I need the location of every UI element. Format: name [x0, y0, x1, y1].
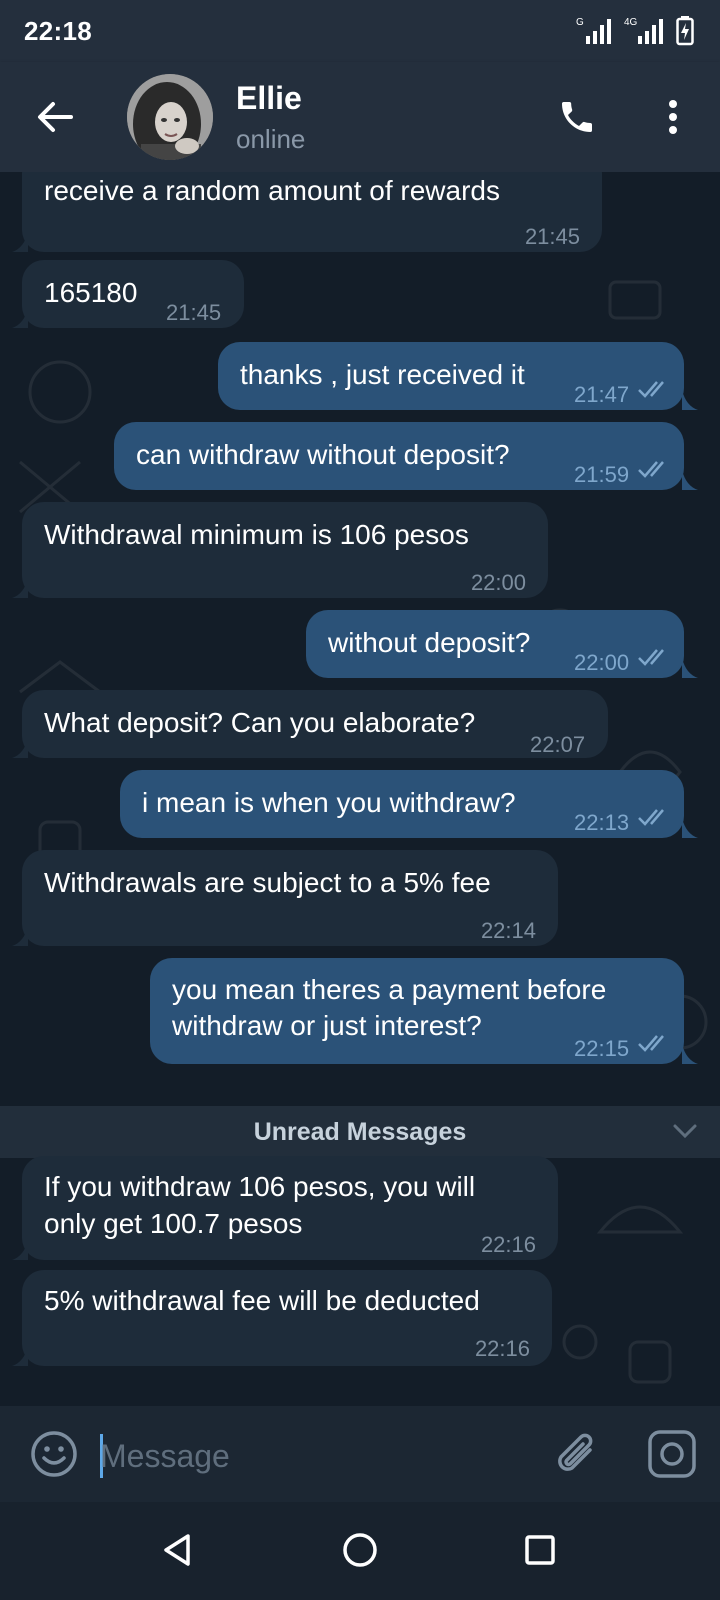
message-incoming[interactable]: What deposit? Can you elaborate? 22:07	[22, 690, 608, 758]
smiley-icon	[31, 1431, 77, 1477]
battery-icon	[676, 16, 694, 46]
message-time: 22:15	[574, 1036, 630, 1061]
contact-name[interactable]: Ellie	[236, 80, 302, 117]
avatar[interactable]	[127, 74, 213, 160]
message-text: 165180	[44, 277, 138, 308]
message-text: What deposit? Can you elaborate?	[44, 707, 476, 738]
contact-photo	[127, 74, 213, 160]
double-check-icon	[638, 381, 664, 398]
message-time: 22:00	[470, 570, 526, 595]
contact-status: online	[236, 124, 306, 154]
arrow-left-icon	[38, 102, 73, 132]
call-button[interactable]	[552, 92, 602, 142]
bubble-tail	[682, 390, 698, 410]
message-outgoing[interactable]: you mean theres a payment before withdra…	[150, 958, 684, 1064]
signal-icon: G	[576, 17, 611, 44]
message-time: 22:14	[480, 918, 536, 943]
bubble-tail	[682, 1044, 698, 1064]
message-outgoing[interactable]: i mean is when you withdraw? 22:13	[120, 770, 684, 838]
nav-recents-icon[interactable]	[524, 1534, 556, 1566]
bubble-tail	[682, 658, 698, 678]
attach-button[interactable]	[552, 1428, 602, 1482]
message-time: 22:16	[474, 1336, 530, 1361]
signal-2-label: 4G	[624, 17, 638, 28]
unread-messages-divider: Unread Messages	[0, 1106, 720, 1158]
status-icons: G 4G	[576, 16, 694, 46]
message-incoming[interactable]: Withdrawals are subject to a 5% fee 22:1…	[22, 850, 558, 946]
bubble-tail	[12, 1346, 28, 1366]
system-navigation-bar	[0, 1502, 720, 1600]
message-list[interactable]: receive a random amount of rewards 21:45…	[0, 172, 720, 1406]
message-incoming[interactable]: 5% withdrawal fee will be deducted 22:16	[22, 1270, 552, 1366]
message-text: you mean theres a payment before withdra…	[172, 974, 607, 1041]
double-check-icon	[638, 649, 664, 666]
chevron-down-icon[interactable]	[672, 1120, 698, 1142]
double-check-icon	[638, 1035, 664, 1052]
message-incoming[interactable]: 165180 21:45	[22, 260, 244, 328]
message-incoming[interactable]: If you withdraw 106 pesos, you will only…	[22, 1156, 558, 1260]
nav-back-icon[interactable]	[160, 1532, 194, 1568]
message-time: 22:07	[530, 732, 586, 757]
message-time: 21:47	[574, 382, 630, 407]
double-check-icon	[638, 461, 664, 478]
back-button[interactable]	[30, 92, 80, 142]
camera-icon	[648, 1430, 696, 1478]
signal-4g-icon: 4G	[624, 17, 663, 44]
bubble-tail	[12, 308, 28, 328]
message-time: 22:13	[574, 810, 630, 835]
message-text: If you withdraw 106 pesos, you will only…	[44, 1171, 476, 1239]
bubble-tail	[682, 818, 698, 838]
unread-divider-label: Unread Messages	[253, 1117, 467, 1146]
bubble-tail	[12, 1240, 28, 1260]
message-text: i mean is when you withdraw?	[142, 787, 516, 818]
bubble-tail	[12, 578, 28, 598]
status-bar: 22:18 G 4G	[0, 0, 720, 62]
message-time: 21:45	[524, 224, 580, 249]
message-outgoing[interactable]: thanks , just received it 21:47	[218, 342, 684, 410]
message-composer	[0, 1406, 720, 1502]
message-outgoing[interactable]: without deposit? 22:00	[306, 610, 684, 678]
signal-1-label: G	[576, 17, 584, 28]
phone-icon	[562, 102, 592, 132]
message-text: Withdrawals are subject to a 5% fee	[44, 867, 491, 898]
nav-home-icon[interactable]	[342, 1532, 378, 1568]
paperclip-icon	[558, 1433, 593, 1471]
double-check-icon	[638, 809, 664, 826]
bubble-tail	[12, 738, 28, 758]
message-time: 21:45	[166, 300, 222, 325]
message-text: receive a random amount of rewards	[44, 175, 500, 206]
emoji-button[interactable]	[30, 1430, 78, 1478]
message-text: 5% withdrawal fee will be deducted	[44, 1285, 480, 1316]
bubble-tail	[682, 470, 698, 490]
telegram-chat-screen: 22:18 G 4G Ellie online receive a random…	[0, 0, 720, 1600]
message-text: without deposit?	[328, 627, 531, 658]
message-text: thanks , just received it	[240, 359, 525, 390]
bubble-tail	[12, 232, 28, 252]
message-time: 22:00	[574, 650, 630, 675]
kebab-menu-icon	[669, 100, 677, 134]
bubble-tail	[12, 926, 28, 946]
status-time: 22:18	[24, 15, 92, 46]
message-incoming[interactable]: Withdrawal minimum is 106 pesos 22:00	[22, 502, 548, 598]
camera-button[interactable]	[646, 1428, 698, 1480]
message-time: 22:16	[480, 1232, 536, 1257]
more-menu-button[interactable]	[648, 92, 698, 142]
message-incoming[interactable]: receive a random amount of rewards 21:45	[22, 172, 602, 252]
chat-header: Ellie online	[0, 62, 720, 172]
message-text: Withdrawal minimum is 106 pesos	[44, 519, 469, 550]
message-input[interactable]	[100, 1428, 520, 1484]
message-text: can withdraw without deposit?	[136, 439, 510, 470]
message-outgoing[interactable]: can withdraw without deposit? 21:59	[114, 422, 684, 490]
message-time: 21:59	[574, 462, 630, 487]
